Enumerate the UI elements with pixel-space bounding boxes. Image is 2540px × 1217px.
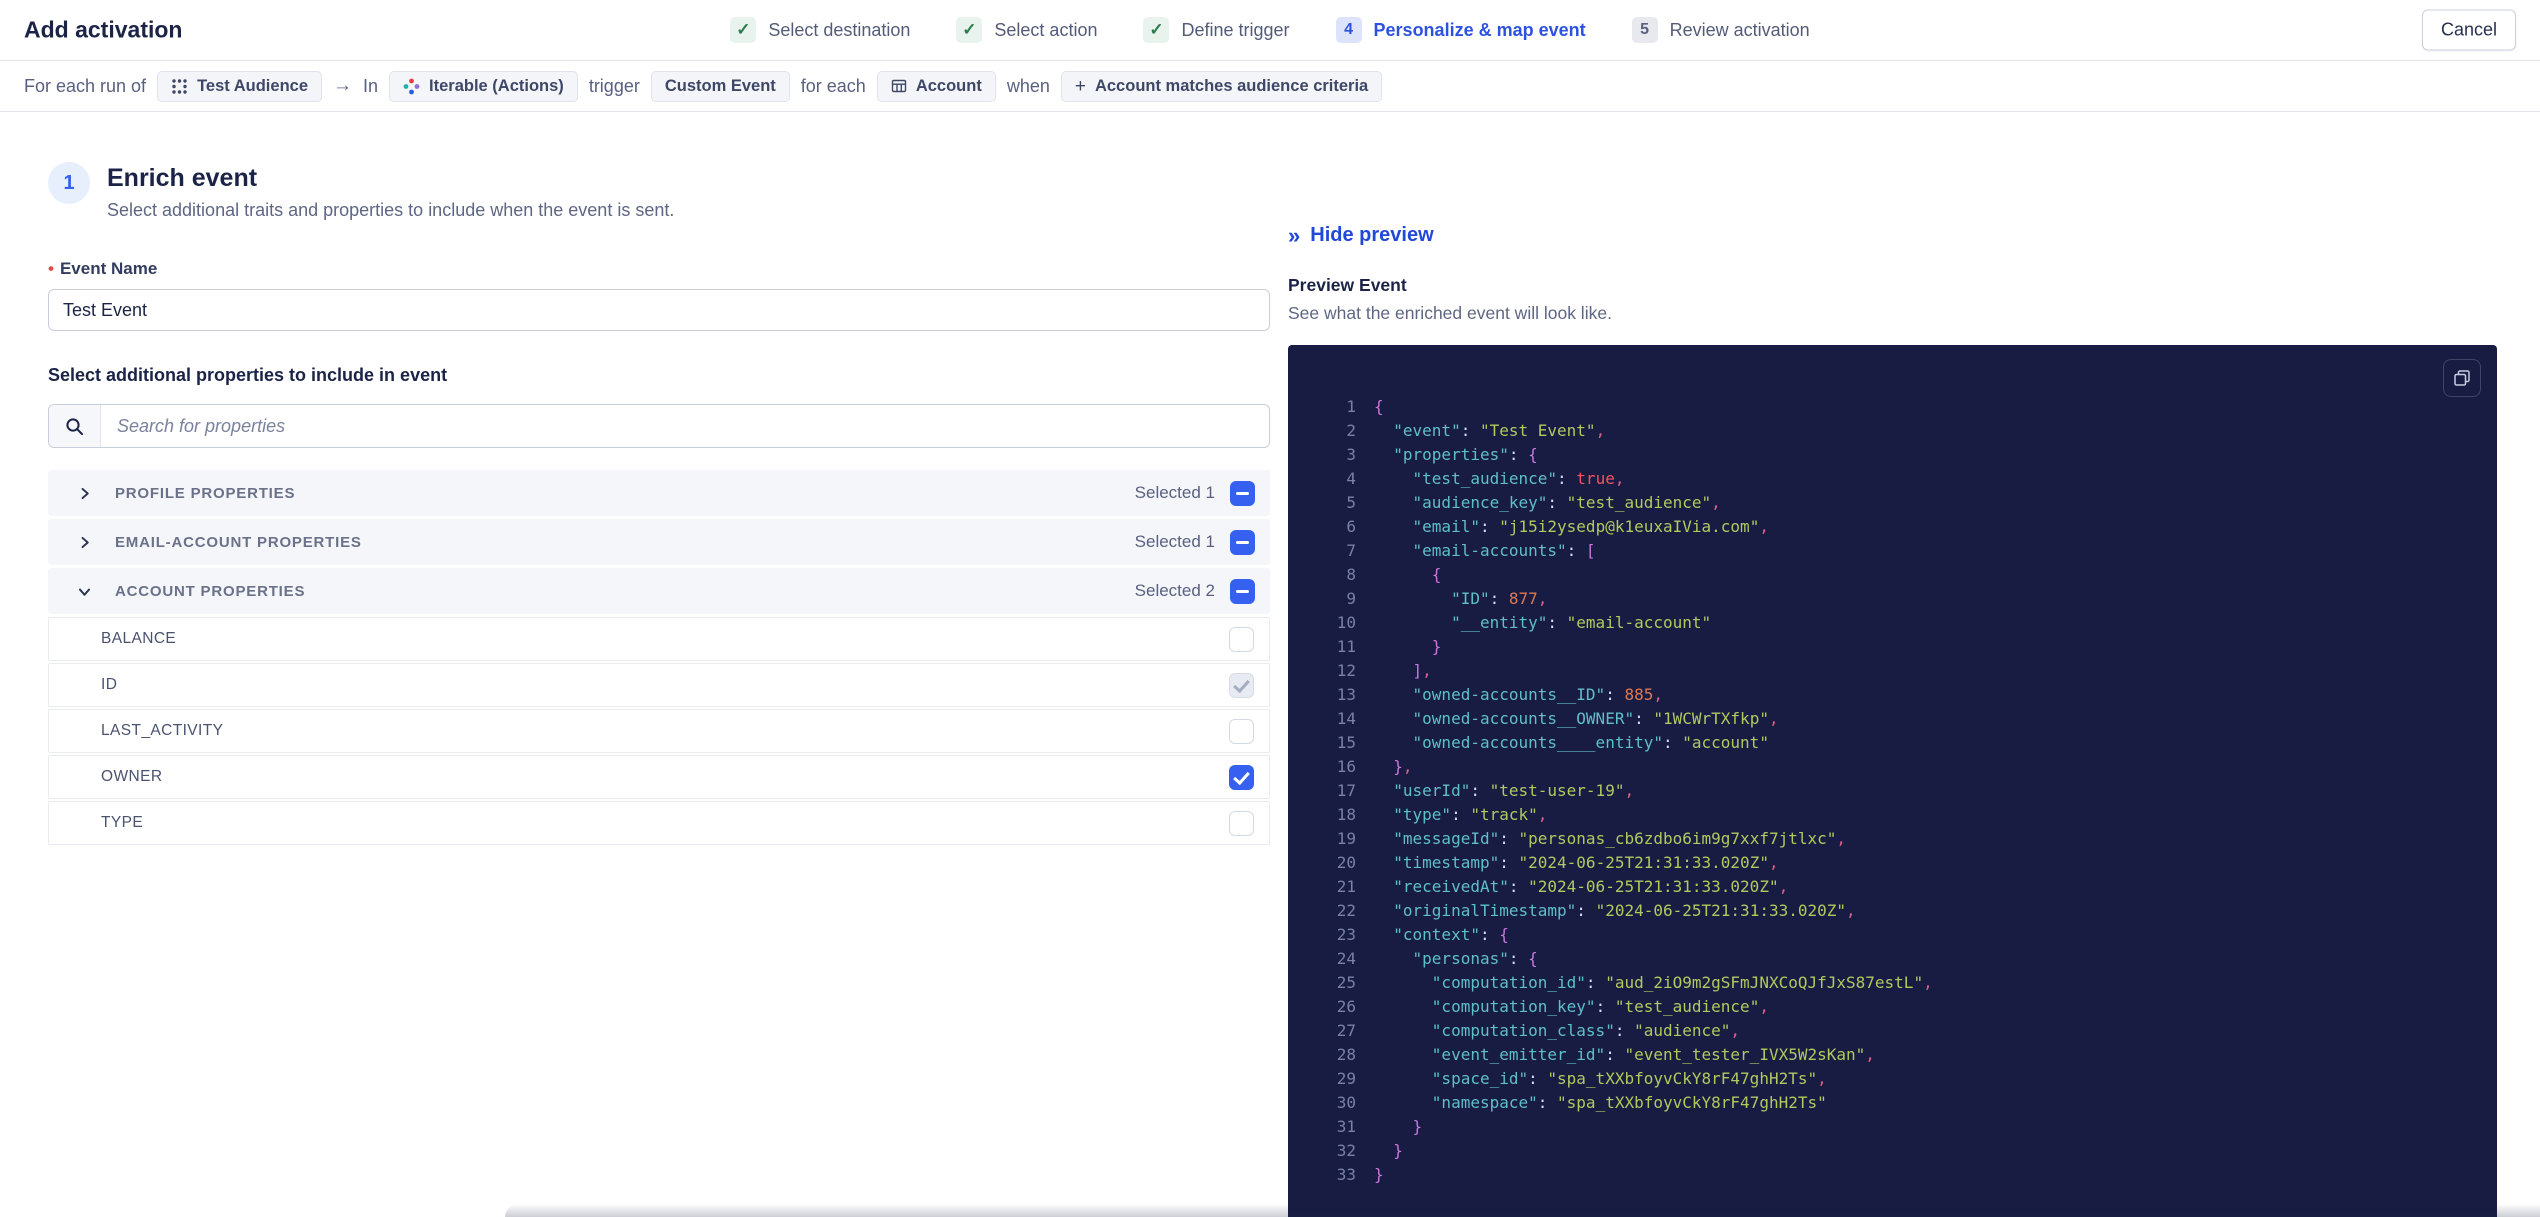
chevron-right-icon	[74, 487, 94, 500]
enrich-header: 1 Enrich event Select additional traits …	[48, 162, 1270, 221]
event-name-input[interactable]	[48, 289, 1270, 331]
check-icon: ✓	[956, 17, 983, 43]
section-label: EMAIL-ACCOUNT PROPERTIES	[115, 533, 362, 551]
property-label: LAST_ACTIVITY	[101, 722, 224, 739]
chevron-down-icon	[74, 585, 94, 598]
property-checkbox[interactable]	[1229, 718, 1254, 744]
criteria-chip[interactable]: + Account matches audience criteria	[1060, 70, 1383, 102]
property-label: BALANCE	[101, 630, 177, 647]
copy-icon	[2454, 369, 2470, 386]
iterable-logo-icon	[403, 78, 420, 94]
entity-chip[interactable]: Account	[876, 70, 996, 102]
step-one-badge: 1	[48, 162, 90, 204]
section-account-properties[interactable]: ACCOUNT PROPERTIES Selected 2	[48, 568, 1270, 614]
required-dot-icon: •	[48, 259, 54, 278]
property-checkbox[interactable]	[1229, 764, 1254, 790]
check-icon: ✓	[1143, 17, 1170, 43]
property-sections: PROFILE PROPERTIES Selected 1 EMAIL-ACCO…	[48, 470, 1270, 845]
section-profile-properties[interactable]: PROFILE PROPERTIES Selected 1	[48, 470, 1270, 516]
step-label: Define trigger	[1181, 19, 1290, 40]
trigger-bar-prefix: For each run of	[24, 75, 147, 96]
account-properties-list: BALANCE ID LAST_ACTIVITY OWNER TYPE	[48, 617, 1270, 845]
step-label: Personalize & map event	[1373, 19, 1586, 40]
audience-chip[interactable]: Test Audience	[157, 70, 323, 102]
for-each-label: for each	[800, 75, 866, 96]
event-chip[interactable]: Custom Event	[650, 70, 790, 102]
hide-preview-link[interactable]: » Hide preview	[1288, 224, 1434, 247]
preview-subtitle: See what the enriched event will look li…	[1288, 302, 1612, 323]
hide-preview-label: Hide preview	[1310, 224, 1434, 246]
selected-count: Selected 1	[1134, 532, 1215, 551]
event-preview-code-panel: 1{2 "event": "Test Event", 3 "properties"…	[1288, 344, 2497, 1217]
properties-section-label: Select additional properties to include …	[48, 365, 448, 385]
double-chevron-right-icon: »	[1288, 222, 1301, 248]
property-checkbox[interactable]	[1229, 810, 1254, 836]
app-header: Add activation ✓ Select destination ✓ Se…	[0, 0, 2540, 61]
preview-title: Preview Event	[1288, 274, 1407, 295]
enrich-subtitle: Select additional traits and properties …	[107, 200, 675, 220]
property-row[interactable]: LAST_ACTIVITY	[48, 709, 1270, 753]
copy-button[interactable]	[2443, 358, 2481, 397]
criteria-chip-label: Account matches audience criteria	[1094, 76, 1369, 95]
destination-chip-label: Iterable (Actions)	[429, 76, 564, 95]
step-label: Select destination	[768, 19, 911, 40]
step-personalize-map-event[interactable]: 4 Personalize & map event	[1335, 17, 1586, 43]
property-row[interactable]: OWNER	[48, 755, 1270, 799]
enrich-panel: 1 Enrich event Select additional traits …	[48, 162, 1270, 847]
chevron-right-icon	[74, 536, 94, 549]
json-code[interactable]: 1{2 "event": "Test Event", 3 "properties"…	[1310, 395, 2477, 1187]
audience-icon	[172, 78, 187, 94]
arrow-icon: →	[333, 75, 353, 96]
section-checkbox-indeterminate[interactable]	[1230, 529, 1255, 555]
table-icon	[891, 79, 907, 93]
enrich-title: Enrich event	[107, 164, 258, 192]
property-row[interactable]: ID	[48, 663, 1270, 707]
trigger-summary-bar: For each run of Test Audience → In Itera…	[0, 61, 2540, 112]
section-email-account-properties[interactable]: EMAIL-ACCOUNT PROPERTIES Selected 1	[48, 519, 1270, 565]
property-label: TYPE	[101, 814, 144, 831]
property-checkbox[interactable]	[1229, 626, 1254, 652]
selected-count: Selected 2	[1134, 581, 1215, 600]
step-label: Select action	[994, 19, 1098, 40]
step-number-badge: 4	[1335, 17, 1362, 43]
check-icon: ✓	[730, 17, 757, 43]
preview-panel: » Hide preview Preview Event See what th…	[1288, 224, 2497, 1217]
search-input[interactable]	[101, 405, 1269, 447]
page-title: Add activation	[24, 16, 183, 43]
step-select-action[interactable]: ✓ Select action	[956, 17, 1097, 43]
cancel-button[interactable]: Cancel	[2421, 9, 2516, 51]
property-label: ID	[101, 676, 118, 693]
property-search	[48, 404, 1270, 448]
property-row[interactable]: BALANCE	[48, 617, 1270, 661]
section-checkbox-indeterminate[interactable]	[1230, 578, 1255, 604]
plus-icon: +	[1074, 75, 1086, 97]
search-icon-cell	[49, 405, 101, 447]
event-chip-label: Custom Event	[664, 76, 776, 95]
wizard-steps: ✓ Select destination ✓ Select action ✓ D…	[730, 17, 1810, 43]
destination-chip[interactable]: Iterable (Actions)	[389, 70, 578, 102]
property-label: OWNER	[101, 768, 163, 785]
selected-count: Selected 1	[1134, 483, 1215, 502]
add-activation-screen: Add activation ✓ Select destination ✓ Se…	[0, 0, 2540, 1217]
event-name-label: • Event Name	[48, 259, 158, 278]
step-review-activation[interactable]: 5 Review activation	[1631, 17, 1810, 43]
when-label: when	[1006, 75, 1050, 96]
entity-chip-label: Account	[915, 76, 982, 95]
in-label: In	[363, 75, 379, 96]
step-define-trigger[interactable]: ✓ Define trigger	[1143, 17, 1290, 43]
step-select-destination[interactable]: ✓ Select destination	[730, 17, 910, 43]
main-content: 1 Enrich event Select additional traits …	[0, 112, 2540, 1217]
section-label: PROFILE PROPERTIES	[115, 484, 296, 502]
search-icon	[66, 417, 83, 435]
step-number-badge: 5	[1631, 17, 1658, 43]
section-label: ACCOUNT PROPERTIES	[115, 582, 306, 600]
trigger-label: trigger	[588, 75, 640, 96]
property-row[interactable]: TYPE	[48, 801, 1270, 845]
audience-chip-label: Test Audience	[197, 76, 309, 95]
section-checkbox-indeterminate[interactable]	[1230, 480, 1255, 506]
step-label: Review activation	[1669, 19, 1810, 40]
property-checkbox[interactable]	[1229, 672, 1254, 698]
